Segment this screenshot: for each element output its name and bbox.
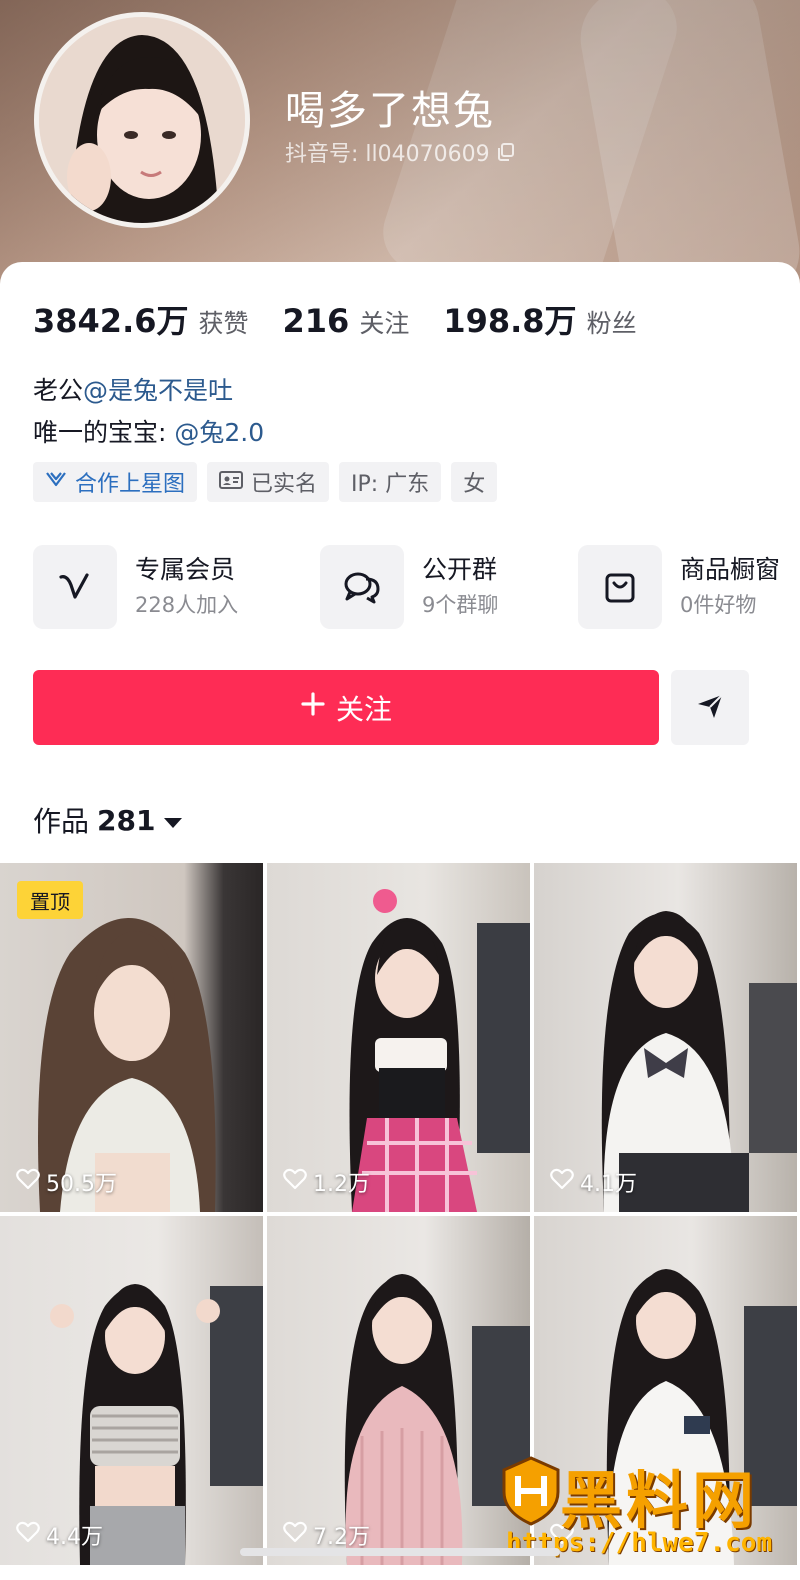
shopping-bag-icon: [578, 545, 662, 629]
feature-entries: 专属会员 228人加入 公开群 9个群聊 商品橱窗 0件好物: [33, 545, 800, 629]
video-cover-image: [349, 889, 530, 1212]
stat-label: 关注: [359, 309, 410, 338]
avatar[interactable]: [34, 12, 250, 228]
home-indicator[interactable]: [240, 1548, 560, 1556]
stat-followers[interactable]: 198.8万 粉丝: [443, 296, 636, 342]
bio-line: 唯一的宝宝: @兔2.0: [33, 412, 264, 454]
works-title-label: 作品: [33, 805, 90, 838]
feature-subtitle: 9个群聊: [422, 593, 499, 617]
group-chat-icon: [320, 545, 404, 629]
heart-outline-icon: [16, 1168, 40, 1196]
stat-value: 198.8万: [443, 302, 577, 340]
tag-ip-location: IP: 广东: [339, 462, 442, 502]
feature-title: 专属会员: [135, 555, 236, 584]
profile-nickname: 喝多了想兔: [285, 88, 495, 134]
watermark-logo-icon: [500, 1456, 562, 1526]
copy-icon[interactable]: [496, 142, 516, 162]
video-likes: 50.5万: [16, 1166, 117, 1198]
bio-text: 唯一的宝宝:: [33, 418, 175, 447]
video-likes: 1.2万: [283, 1166, 370, 1198]
share-button[interactable]: [671, 670, 749, 745]
heart-outline-icon: [16, 1521, 40, 1549]
watermark-title: 黑料网: [560, 1464, 759, 1537]
video-likes: 4.1万: [550, 1166, 637, 1198]
video-likes-count: 1.2万: [313, 1172, 370, 1197]
profile-tags: 合作上星图 已实名 IP: 广东 女: [33, 462, 498, 502]
video-cover-image: [601, 911, 797, 1212]
feature-subtitle: 0件好物: [680, 593, 757, 617]
heart-outline-icon: [283, 1168, 307, 1196]
video-thumbnail[interactable]: 4.4万: [0, 1216, 263, 1565]
tag-star-map[interactable]: 合作上星图: [33, 462, 198, 502]
heart-outline-icon: [283, 1521, 307, 1549]
video-likes-count: 50.5万: [46, 1172, 117, 1197]
send-icon: [695, 691, 725, 725]
feature-subtitle: 228人加入: [135, 593, 239, 617]
video-likes: 4.4万: [16, 1519, 103, 1551]
douyin-id: 抖音号: ll04070609: [285, 136, 516, 168]
feature-shop-window[interactable]: 商品橱窗 0件好物: [578, 545, 780, 629]
v-membership-icon: [33, 545, 117, 629]
stat-value: 216: [282, 302, 350, 340]
stat-label: 获赞: [198, 309, 249, 338]
video-thumbnail[interactable]: 4.1万: [534, 863, 797, 1212]
feature-title: 公开群: [422, 555, 498, 584]
star-map-icon: [45, 469, 67, 495]
feature-title: 商品橱窗: [680, 555, 781, 584]
tag-label: 合作上星图: [75, 472, 186, 497]
video-cover-image: [344, 1274, 530, 1565]
bio-mention-link[interactable]: @兔2.0: [174, 418, 264, 447]
stat-label: 粉丝: [586, 309, 637, 338]
tag-verified[interactable]: 已实名: [207, 462, 330, 502]
video-thumbnail[interactable]: 7.2万: [267, 1216, 530, 1565]
profile-stats: 3842.6万 获赞 216 关注 198.8万 粉丝: [33, 296, 671, 342]
douyin-id-text: 抖音号: ll04070609: [285, 142, 490, 167]
feature-membership[interactable]: 专属会员 228人加入: [33, 545, 238, 629]
works-tab[interactable]: 作品 281: [33, 800, 183, 840]
stat-following[interactable]: 216 关注: [283, 302, 410, 340]
video-thumbnail[interactable]: 置顶 50.5万: [0, 863, 263, 1212]
caret-down-icon[interactable]: [163, 804, 183, 837]
feature-group-chat[interactable]: 公开群 9个群聊: [320, 545, 498, 629]
pinned-badge: 置顶: [17, 881, 83, 919]
follow-button[interactable]: 关注: [33, 670, 659, 745]
bio-line: 老公@是兔不是吐: [33, 370, 264, 412]
video-likes: 7.2万: [283, 1519, 370, 1551]
bio-text: 老公: [33, 376, 84, 405]
plus-icon: [300, 691, 326, 724]
tag-label: IP: 广东: [351, 472, 430, 497]
video-likes-count: 4.4万: [46, 1525, 103, 1550]
follow-button-label: 关注: [335, 692, 392, 726]
tag-label: 女: [463, 472, 486, 497]
id-card-icon: [219, 470, 244, 495]
video-thumbnail[interactable]: 1.2万: [267, 863, 530, 1212]
profile-bio: 老公@是兔不是吐 唯一的宝宝: @兔2.0: [33, 370, 264, 454]
bio-mention-link[interactable]: @是兔不是吐: [83, 376, 233, 405]
video-likes-count: 7.2万: [313, 1525, 370, 1550]
heart-outline-icon: [550, 1168, 574, 1196]
works-count: 281: [97, 803, 156, 837]
stat-value: 3842.6万: [33, 302, 189, 340]
tag-label: 已实名: [251, 472, 318, 497]
video-cover-image: [50, 1284, 263, 1565]
video-likes-count: 4.1万: [580, 1172, 637, 1197]
tag-gender: 女: [451, 462, 498, 502]
avatar-photo: [39, 17, 245, 223]
stat-likes: 3842.6万 获赞: [33, 296, 249, 342]
